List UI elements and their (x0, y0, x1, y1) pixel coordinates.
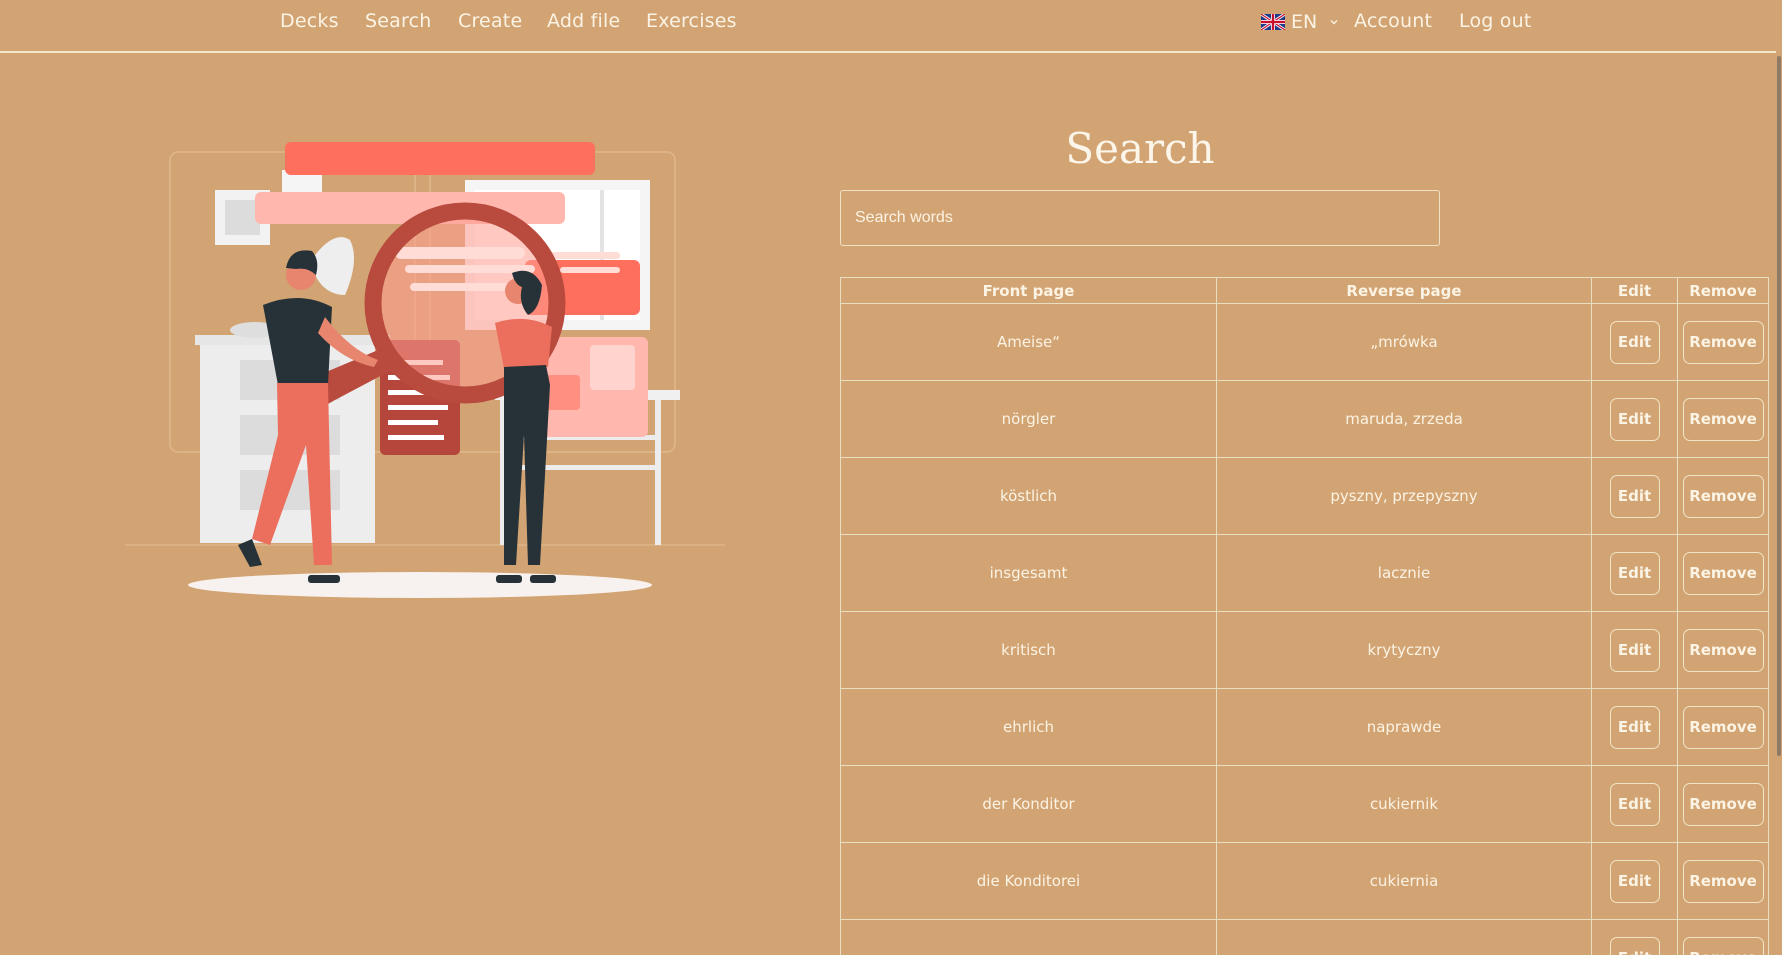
edit-button[interactable]: Edit (1609, 397, 1660, 441)
table-row: ehrlich naprawde Edit Remove (840, 688, 1769, 766)
scrollbar-thumb[interactable] (1777, 56, 1781, 756)
table-row: kritisch krytyczny Edit Remove (840, 611, 1769, 689)
search-input[interactable] (840, 190, 1440, 246)
remove-button[interactable]: Remove (1682, 859, 1764, 903)
remove-header: Remove (1677, 277, 1769, 304)
reverse-cell: pyszny, przepyszny (1216, 457, 1592, 535)
table-row: der Konditor cukiernik Edit Remove (840, 765, 1769, 843)
logout-link[interactable]: Log out (1459, 10, 1532, 32)
reverse-cell: cukiernia (1216, 842, 1592, 920)
front-cell: ehrlich (840, 688, 1217, 766)
plant-shape (315, 237, 354, 295)
table-row: die Konditorei cukiernia Edit Remove (840, 842, 1769, 920)
remove-button[interactable]: Remove (1682, 936, 1764, 955)
edit-button[interactable]: Edit (1609, 936, 1660, 955)
nav-decks-link[interactable]: Decks (280, 10, 339, 32)
reverse-cell: naprawde (1216, 688, 1592, 766)
account-link[interactable]: Account (1354, 10, 1432, 32)
front-cell: kritisch (840, 611, 1217, 689)
words-table: Front page Reverse page Edit Remove Amei… (840, 277, 1769, 955)
floor-shadow-shape (188, 572, 652, 598)
table-row: Edit Remove (840, 919, 1769, 955)
edit-button[interactable]: Edit (1609, 782, 1660, 826)
remove-button[interactable]: Remove (1682, 397, 1764, 441)
uk-flag-icon (1261, 14, 1285, 30)
nav-create-link[interactable]: Create (458, 10, 522, 32)
edit-button[interactable]: Edit (1609, 859, 1660, 903)
reverse-cell: „mrówka (1216, 303, 1592, 381)
front-cell: insgesamt (840, 534, 1217, 612)
table-row: Ameise“ „mrówka Edit Remove (840, 303, 1769, 381)
front-cell (840, 919, 1217, 955)
front-cell: der Konditor (840, 765, 1217, 843)
front-page-header: Front page (840, 277, 1217, 304)
edit-button[interactable]: Edit (1609, 474, 1660, 518)
reverse-cell: lacznie (1216, 534, 1592, 612)
front-cell: die Konditorei (840, 842, 1217, 920)
reverse-page-header: Reverse page (1216, 277, 1592, 304)
reverse-cell: cukiernik (1216, 765, 1592, 843)
reverse-cell (1216, 919, 1592, 955)
edit-button[interactable]: Edit (1609, 628, 1660, 672)
table-row: insgesamt lacznie Edit Remove (840, 534, 1769, 612)
chevron-down-icon (1330, 20, 1338, 25)
table-header-row: Front page Reverse page Edit Remove (840, 277, 1769, 304)
page-title: Search (1065, 124, 1215, 173)
remove-button[interactable]: Remove (1682, 551, 1764, 595)
search-illustration (125, 142, 725, 598)
front-cell: Ameise“ (840, 303, 1217, 381)
remove-button[interactable]: Remove (1682, 320, 1764, 364)
edit-button[interactable]: Edit (1609, 551, 1660, 595)
front-cell: köstlich (840, 457, 1217, 535)
reverse-cell: maruda, zrzeda (1216, 380, 1592, 458)
edit-button[interactable]: Edit (1609, 320, 1660, 364)
search-bar-card-shape (285, 142, 595, 175)
nav-add-file-link[interactable]: Add file (547, 10, 620, 32)
reverse-cell: krytyczny (1216, 611, 1592, 689)
nav-exercises-link[interactable]: Exercises (646, 10, 737, 32)
edit-button[interactable]: Edit (1609, 705, 1660, 749)
nav-search-link[interactable]: Search (365, 10, 431, 32)
remove-button[interactable]: Remove (1682, 474, 1764, 518)
language-dropdown[interactable]: EN (1261, 10, 1339, 34)
front-cell: nörgler (840, 380, 1217, 458)
table-row: nörgler maruda, zrzeda Edit Remove (840, 380, 1769, 458)
remove-button[interactable]: Remove (1682, 782, 1764, 826)
remove-button[interactable]: Remove (1682, 628, 1764, 672)
language-code: EN (1291, 11, 1318, 33)
top-navbar: Decks Search Create Add file Exercises E… (0, 0, 1782, 53)
table-row: köstlich pyszny, przepyszny Edit Remove (840, 457, 1769, 535)
edit-header: Edit (1591, 277, 1678, 304)
remove-button[interactable]: Remove (1682, 705, 1764, 749)
